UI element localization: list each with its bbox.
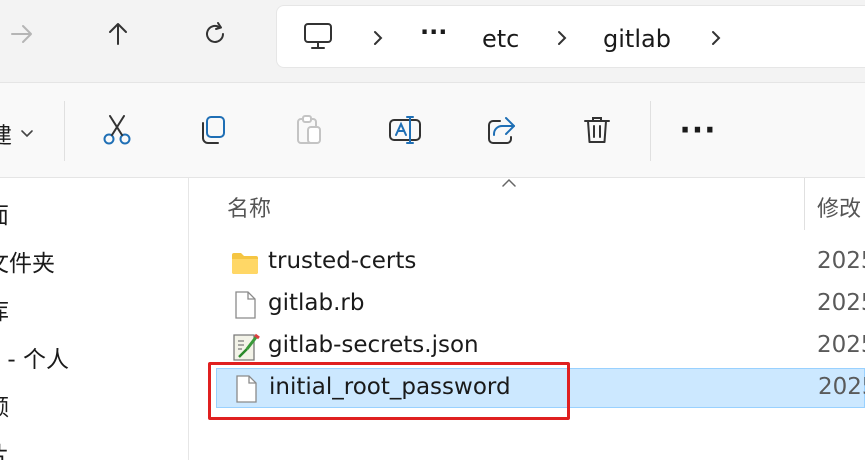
column-divider[interactable]	[804, 178, 805, 230]
sidebar-item-desktop[interactable]: 面	[0, 196, 9, 230]
json-file-icon	[233, 333, 260, 361]
trash-icon	[584, 117, 610, 143]
chevron-right-icon[interactable]	[553, 28, 571, 48]
cut-button[interactable]	[96, 109, 138, 151]
share-button[interactable]	[480, 109, 522, 151]
column-header-row: 名称 修改	[189, 178, 865, 230]
share-icon	[488, 117, 515, 144]
refresh-icon	[206, 22, 224, 43]
file-modified: 2025	[817, 248, 865, 274]
new-button[interactable]: 建	[0, 119, 34, 149]
paste-button[interactable]	[288, 109, 330, 151]
chevron-right-icon[interactable]	[369, 28, 387, 48]
file-modified: 2025	[817, 290, 865, 316]
monitor-icon[interactable]	[301, 19, 335, 53]
navigation-bar: ··· etc gitlab	[0, 0, 865, 83]
address-bar[interactable]: ··· etc gitlab	[276, 5, 865, 68]
file-modified: 2025	[818, 374, 865, 400]
sidebar-item-folder[interactable]: 文件夹	[0, 244, 55, 278]
clipboard-icon	[297, 115, 321, 144]
file-row[interactable]: gitlab.rb 2025	[216, 285, 865, 325]
delete-button[interactable]	[576, 109, 618, 151]
sidebar-item-library[interactable]: 库	[0, 292, 9, 326]
column-header-modified[interactable]: 修改	[817, 191, 861, 223]
sidebar-item-pictures[interactable]: 片	[0, 436, 9, 460]
file-name: trusted-certs	[268, 248, 417, 274]
navigation-pane: 面 文件夹 库 o - 个人 频 片	[0, 178, 189, 460]
new-button-label: 建	[0, 124, 13, 149]
command-bar: 建 ···	[0, 83, 865, 178]
copy-icon	[202, 116, 225, 144]
rename-button[interactable]	[384, 109, 426, 151]
file-icon	[235, 291, 256, 319]
chevron-down-icon	[21, 130, 33, 138]
breadcrumb-overflow[interactable]: ···	[420, 18, 447, 46]
more-icon: ···	[679, 112, 717, 148]
breadcrumb-etc[interactable]: etc	[482, 25, 519, 53]
file-name: gitlab.rb	[268, 290, 365, 316]
sort-ascending-icon	[502, 178, 516, 187]
copy-button[interactable]	[192, 109, 234, 151]
rename-icon	[389, 116, 421, 144]
up-button[interactable]	[98, 14, 138, 54]
more-options-button[interactable]: ···	[677, 109, 719, 151]
column-header-name[interactable]: 名称	[227, 191, 271, 223]
forward-button[interactable]	[2, 14, 42, 54]
toolbar-divider	[64, 101, 65, 161]
toolbar-divider	[650, 101, 651, 161]
refresh-button[interactable]	[195, 14, 235, 54]
sidebar-item-videos[interactable]: 频	[0, 388, 9, 422]
arrow-right-icon	[11, 25, 32, 43]
file-name: gitlab-secrets.json	[268, 332, 479, 358]
file-row[interactable]: gitlab-secrets.json 2025	[216, 327, 865, 367]
sidebar-item-onedrive[interactable]: o - 个人	[0, 340, 69, 374]
scissors-icon	[103, 115, 131, 145]
red-highlight-box	[208, 362, 570, 420]
file-modified: 2025	[817, 332, 865, 358]
file-row[interactable]: trusted-certs 2025	[216, 243, 865, 283]
arrow-up-icon	[109, 23, 127, 45]
folder-icon	[232, 253, 258, 274]
breadcrumb-gitlab[interactable]: gitlab	[603, 25, 671, 53]
chevron-right-icon[interactable]	[707, 28, 725, 48]
